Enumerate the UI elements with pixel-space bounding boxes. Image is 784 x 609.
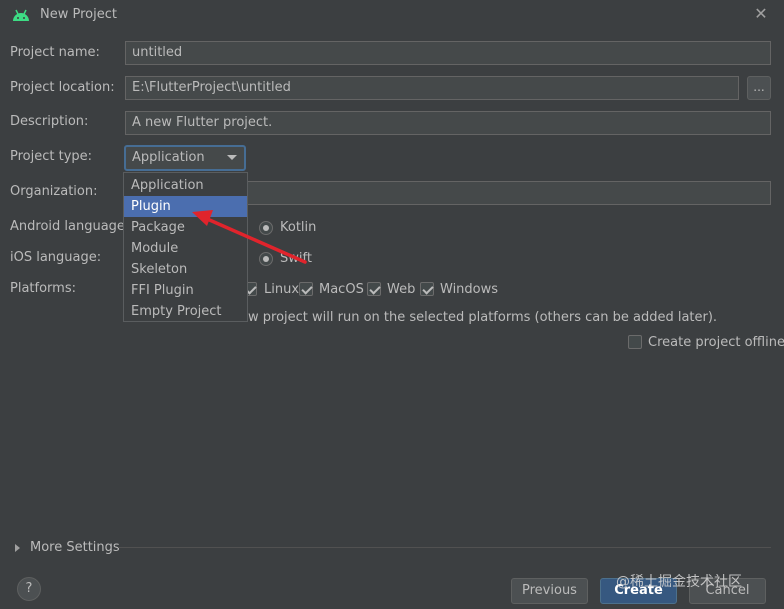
platform-label-linux: Linux <box>264 282 300 297</box>
project-type-dropdown: Application Plugin Package Module Skelet… <box>123 172 248 322</box>
dropdown-option-empty-project[interactable]: Empty Project <box>124 301 247 322</box>
chevron-right-icon[interactable] <box>15 544 20 552</box>
offline-label: Create project offline <box>648 335 784 350</box>
kotlin-radio[interactable] <box>259 221 273 235</box>
organization-label: Organization: <box>10 184 98 199</box>
swift-label: Swift <box>280 251 312 266</box>
swift-radio[interactable] <box>259 252 273 266</box>
dropdown-option-module[interactable]: Module <box>124 238 247 259</box>
browse-button[interactable]: ... <box>747 76 771 100</box>
project-location-input[interactable]: E:\FlutterProject\untitled <box>125 76 739 100</box>
platform-label-windows: Windows <box>440 282 499 297</box>
description-input[interactable]: A new Flutter project. <box>125 111 771 135</box>
dropdown-option-package[interactable]: Package <box>124 217 247 238</box>
offline-checkbox[interactable] <box>628 335 642 349</box>
project-type-label: Project type: <box>10 149 93 164</box>
ios-language-label: iOS language: <box>10 250 102 265</box>
project-name-label: Project name: <box>10 45 100 60</box>
divider <box>118 547 771 548</box>
platforms-note: w project will run on the selected platf… <box>248 310 718 325</box>
more-settings-toggle[interactable]: More Settings <box>30 540 120 555</box>
android-language-label: Android language: <box>10 219 130 234</box>
platform-label-web: Web <box>387 282 416 297</box>
project-type-value: Application <box>132 150 205 165</box>
dropdown-option-plugin[interactable]: Plugin <box>124 196 247 217</box>
close-icon[interactable]: ✕ <box>752 4 770 24</box>
platforms-label: Platforms: <box>10 281 76 296</box>
kotlin-label: Kotlin <box>280 220 317 235</box>
title-bar <box>0 0 784 32</box>
dropdown-option-application[interactable]: Application <box>124 175 247 196</box>
dropdown-option-skeleton[interactable]: Skeleton <box>124 259 247 280</box>
project-type-select[interactable]: Application <box>124 145 246 171</box>
platform-checkbox-windows[interactable] <box>420 282 434 296</box>
dropdown-option-ffi-plugin[interactable]: FFI Plugin <box>124 280 247 301</box>
previous-button[interactable]: Previous <box>511 578 588 604</box>
android-icon <box>13 9 29 21</box>
watermark: @稀土掘金技术社区 <box>616 574 742 590</box>
window-title: New Project <box>40 7 117 22</box>
platform-label-macos: MacOS <box>319 282 364 297</box>
platform-checkbox-web[interactable] <box>367 282 381 296</box>
project-name-input[interactable]: untitled <box>125 41 771 65</box>
platform-checkbox-macos[interactable] <box>299 282 313 296</box>
chevron-down-icon <box>227 155 237 160</box>
help-button[interactable]: ? <box>17 577 41 601</box>
description-label: Description: <box>10 114 89 129</box>
project-location-label: Project location: <box>10 80 115 95</box>
